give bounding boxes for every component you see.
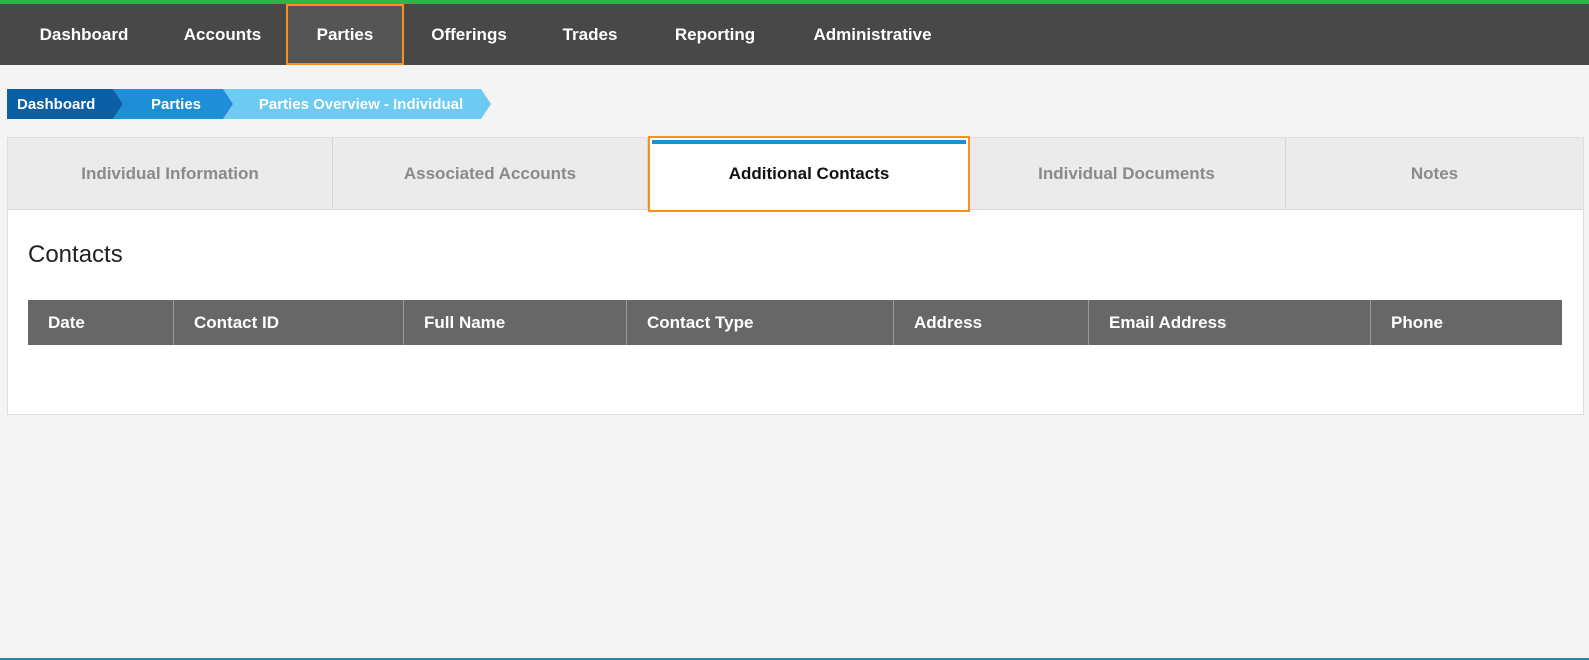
breadcrumb-parties[interactable]: Parties (113, 89, 233, 119)
nav-offerings[interactable]: Offerings (410, 4, 528, 65)
party-tabs: Individual Information Associated Accoun… (8, 136, 1583, 212)
column-contact-id[interactable]: Contact ID (174, 300, 404, 345)
tab-additional-contacts[interactable]: Additional Contacts (648, 136, 970, 212)
tab-associated-accounts[interactable]: Associated Accounts (333, 138, 648, 210)
column-phone[interactable]: Phone (1371, 300, 1562, 345)
nav-administrative[interactable]: Administrative (790, 4, 955, 65)
tab-individual-information[interactable]: Individual Information (8, 138, 333, 210)
column-contact-type[interactable]: Contact Type (627, 300, 894, 345)
breadcrumb-dashboard[interactable]: Dashboard (7, 89, 123, 119)
nav-trades[interactable]: Trades (540, 4, 640, 65)
column-address[interactable]: Address (894, 300, 1089, 345)
nav-accounts[interactable]: Accounts (160, 4, 285, 65)
column-date[interactable]: Date (28, 300, 174, 345)
nav-reporting[interactable]: Reporting (650, 4, 780, 65)
tab-notes[interactable]: Notes (1286, 138, 1583, 210)
contacts-table-header: Date Contact ID Full Name Contact Type A… (28, 300, 1562, 345)
nav-dashboard[interactable]: Dashboard (18, 4, 150, 65)
nav-parties[interactable]: Parties (286, 4, 404, 65)
column-email-address[interactable]: Email Address (1089, 300, 1371, 345)
party-detail-panel: Individual Information Associated Accoun… (7, 136, 1584, 415)
top-navigation-bar: Dashboard Accounts Parties Offerings Tra… (0, 0, 1589, 65)
column-full-name[interactable]: Full Name (404, 300, 627, 345)
breadcrumb-parties-overview-individual[interactable]: Parties Overview - Individual (223, 89, 491, 119)
contacts-title: Contacts (28, 241, 123, 268)
tab-individual-documents[interactable]: Individual Documents (968, 138, 1286, 210)
